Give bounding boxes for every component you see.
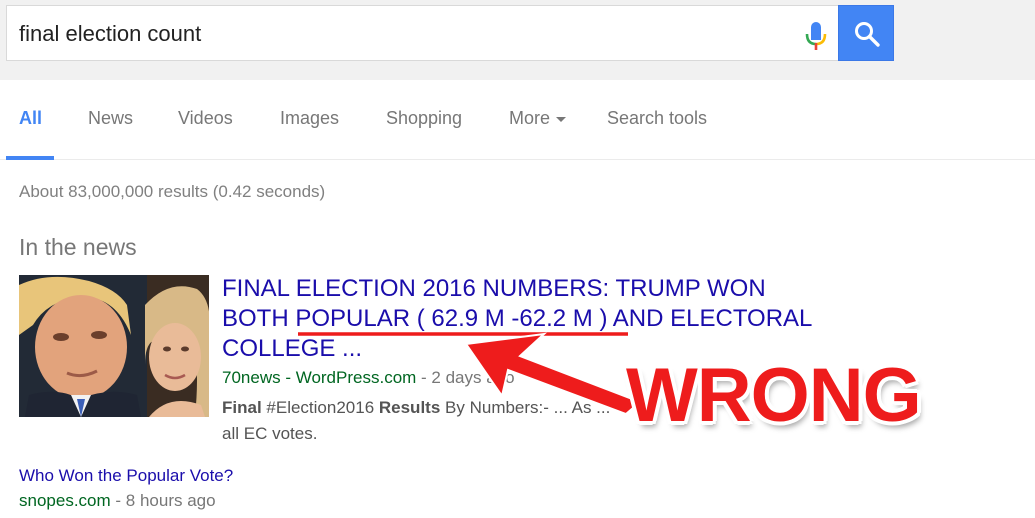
annotation-overlay (298, 332, 642, 416)
red-arrow-icon (464, 332, 642, 416)
wrong-annotation-label: WRONG (626, 353, 922, 438)
